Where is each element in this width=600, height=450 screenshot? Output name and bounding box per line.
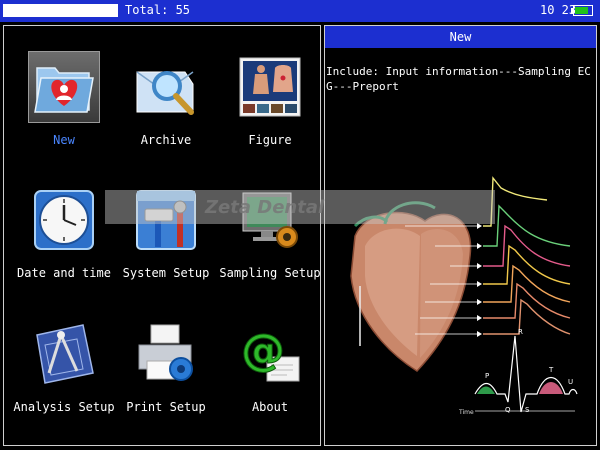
drafting-compass-icon — [28, 318, 100, 390]
menu-item-new[interactable]: New — [14, 51, 114, 171]
printer-icon — [130, 318, 202, 390]
menu-item-label: About — [251, 400, 289, 414]
anatomy-figure-icon — [234, 51, 306, 123]
status-bar: Total: 55 10 23 — [0, 0, 600, 22]
menu-item-label: Figure — [248, 133, 292, 147]
menu-item-print-setup[interactable]: Print Setup — [116, 318, 216, 438]
main-menu-grid: New Archive Figure Date and time System … — [3, 25, 321, 446]
detail-description: Include: Input information---Sampling EC… — [326, 65, 591, 93]
ecg-time-label: Time — [458, 409, 474, 416]
ecg-t-label: T — [548, 366, 554, 374]
detail-panel: New Include: Input information---Samplin… — [324, 25, 597, 446]
menu-item-archive[interactable]: Archive — [116, 51, 216, 171]
ecg-u-label: U — [568, 378, 573, 386]
battery-icon — [571, 5, 593, 16]
detail-panel-title: New — [325, 26, 596, 48]
menu-item-analysis-setup[interactable]: Analysis Setup — [13, 318, 115, 438]
ecg-q-label: Q — [505, 406, 511, 414]
menu-item-figure[interactable]: Figure — [220, 51, 320, 171]
ecg-s-label: S — [525, 406, 530, 414]
menu-item-label: Sampling Setup — [219, 266, 321, 280]
clock-icon — [28, 184, 100, 256]
svg-text:@: @ — [241, 325, 285, 376]
watermark-text: Zeta Dental — [205, 196, 325, 218]
new-record-folder-icon — [28, 51, 100, 123]
menu-item-date-time[interactable]: Date and time — [14, 184, 114, 304]
ecg-p-label: P — [485, 372, 489, 380]
menu-item-about[interactable]: @ About — [220, 318, 320, 438]
watermark: Zeta Dental — [105, 190, 495, 224]
archive-search-icon — [130, 51, 202, 123]
record-total: Total: 55 — [125, 3, 191, 17]
at-sign-icon: @ — [234, 318, 306, 390]
ecg-r-label: R — [518, 328, 523, 336]
progress-bar — [3, 4, 118, 17]
